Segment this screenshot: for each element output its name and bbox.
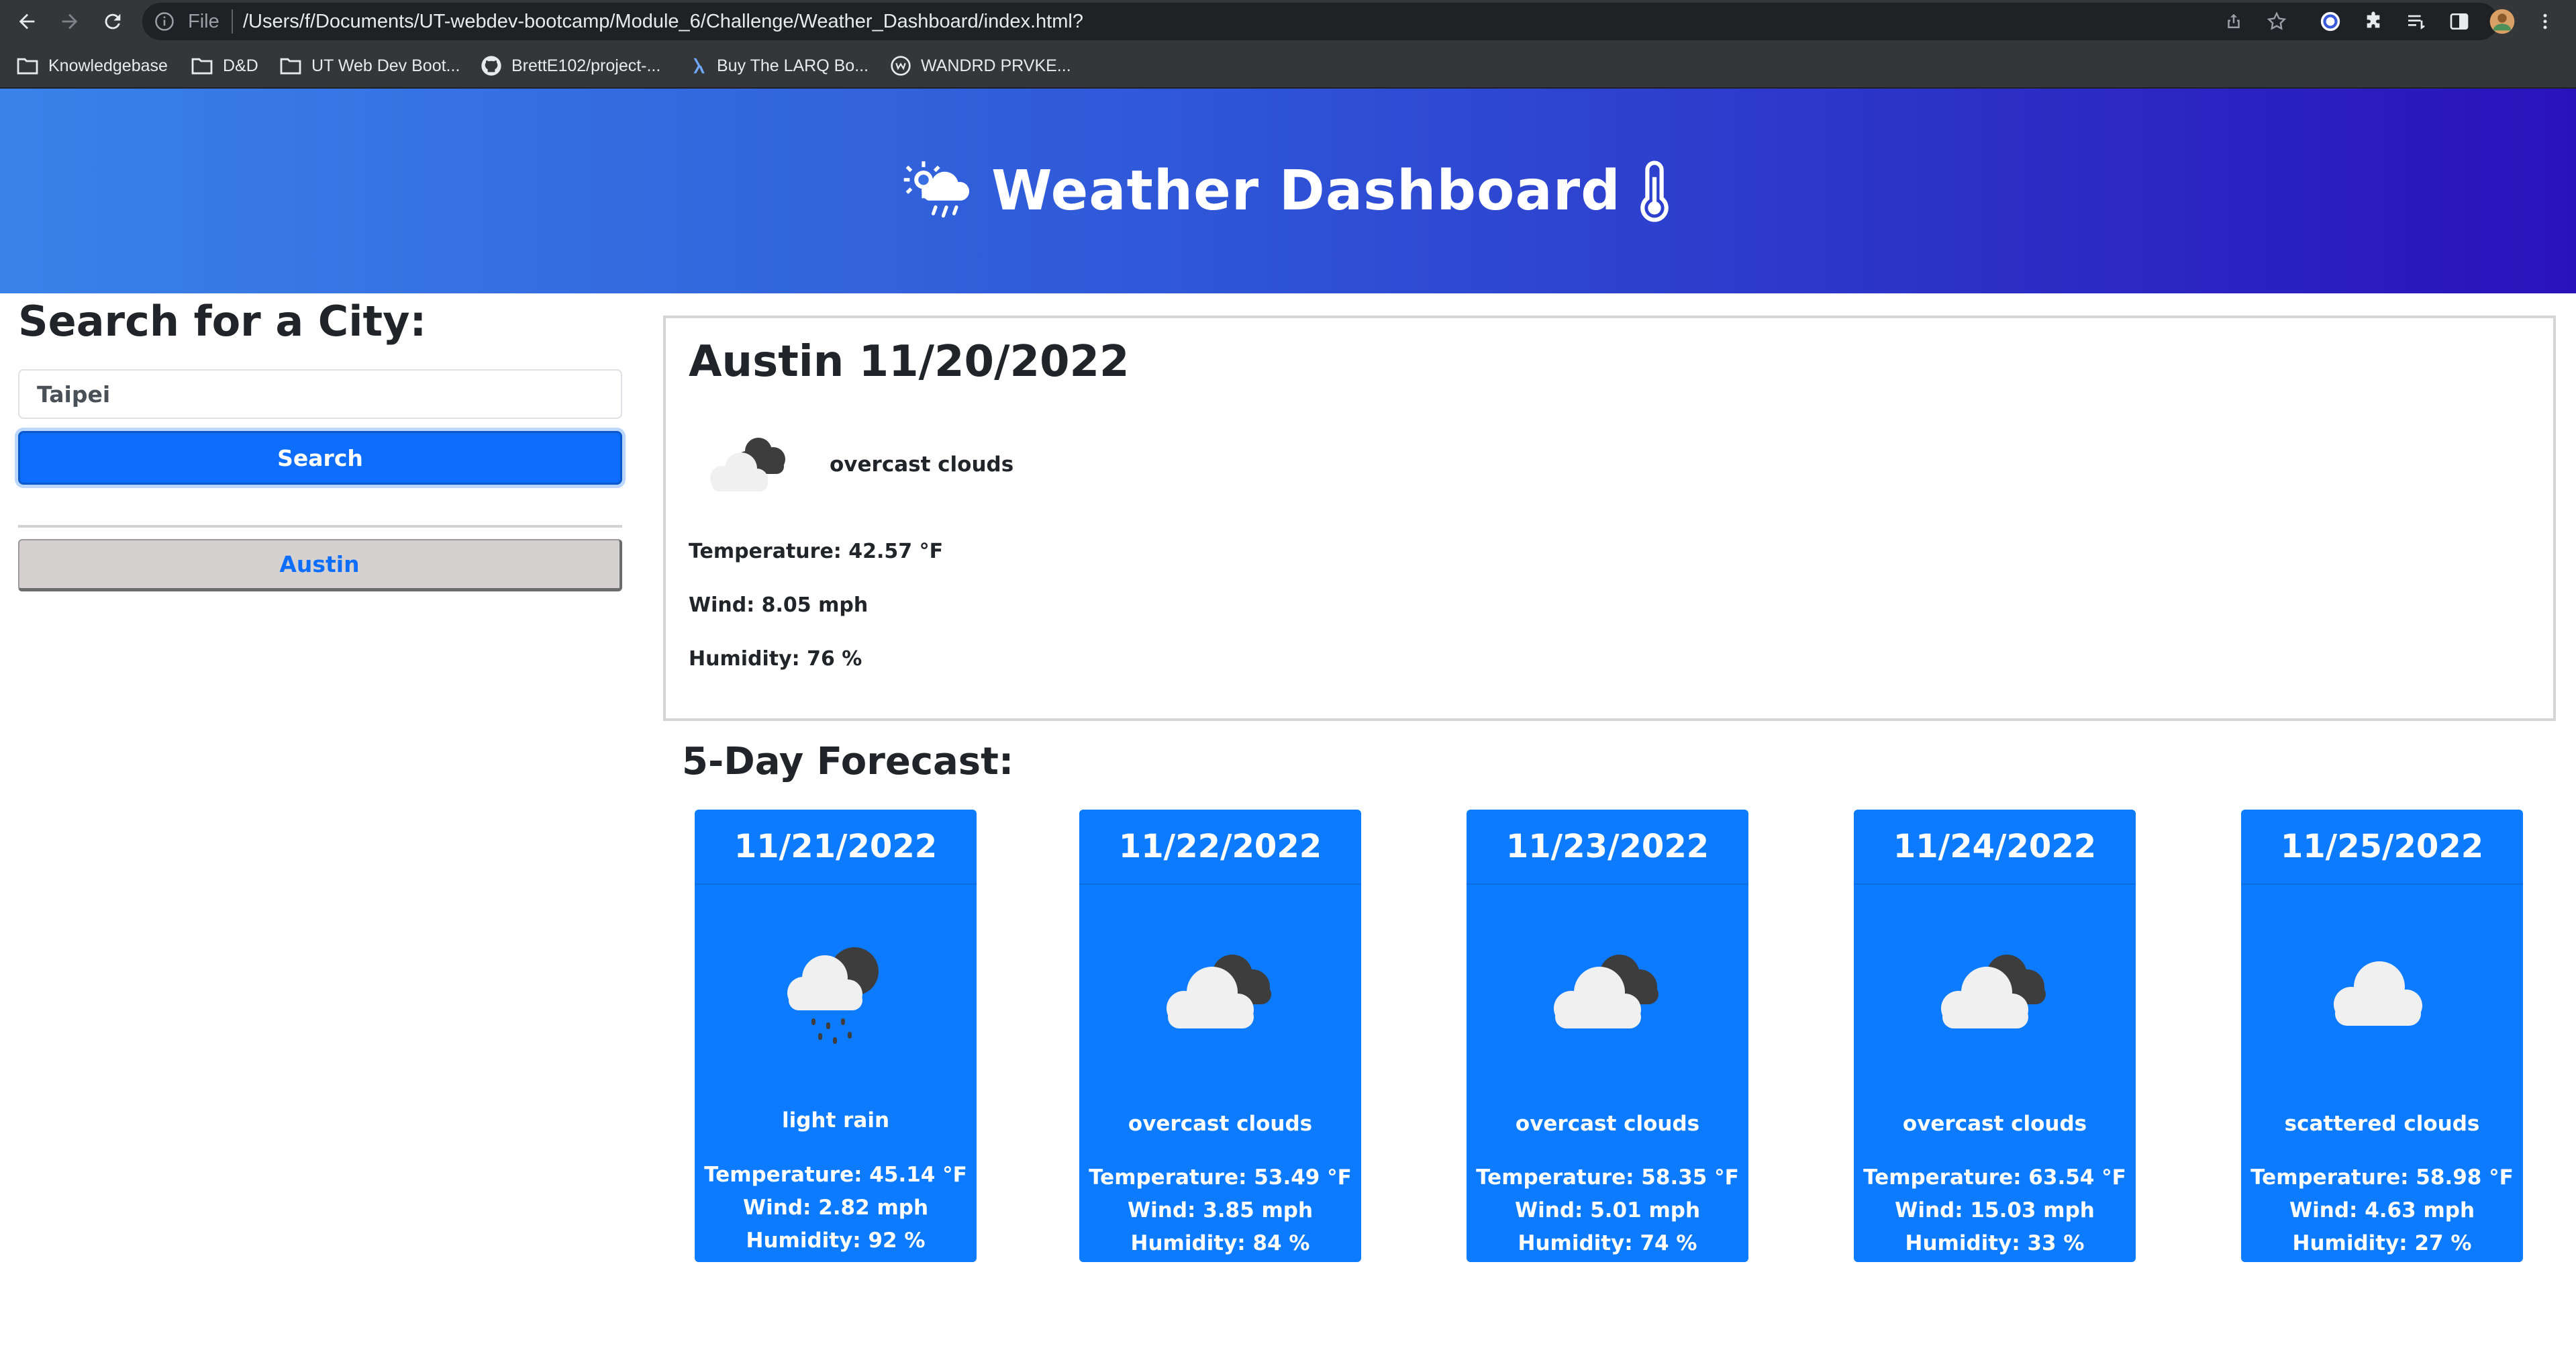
current-weather-card: Austin 11/20/2022 overcast clouds Temper… bbox=[663, 316, 2556, 721]
extensions-menu-button[interactable] bbox=[2359, 7, 2388, 36]
side-panel-button[interactable] bbox=[2444, 7, 2474, 36]
page-header: Weather Dashboard bbox=[0, 89, 2576, 293]
kebab-menu-icon bbox=[2543, 13, 2547, 30]
forecast-wind: Wind: 2.82 mph bbox=[742, 1196, 929, 1220]
reading-list-icon bbox=[2408, 15, 2425, 30]
profile-button[interactable] bbox=[2487, 7, 2517, 36]
forward-arrow-icon bbox=[62, 13, 78, 30]
forecast-card: 11/21/2022 light rain Temperature: 45.14… bbox=[695, 810, 977, 1262]
page-title: Weather Dashboard bbox=[991, 159, 1621, 223]
forecast-humidity: Humidity: 84 % bbox=[1130, 1231, 1310, 1255]
forecast-description: overcast clouds bbox=[1515, 1112, 1700, 1136]
bookmark-knowledgebase[interactable]: Knowledgebase bbox=[16, 54, 168, 78]
bookmark-label: Buy The LARQ Bo... bbox=[717, 56, 869, 75]
search-button[interactable]: Search bbox=[18, 431, 622, 485]
forecast-date: 11/23/2022 bbox=[1467, 810, 1748, 885]
reload-button[interactable] bbox=[97, 5, 129, 38]
bookmark-star-button[interactable] bbox=[2262, 7, 2291, 36]
forecast-wind: Wind: 5.01 mph bbox=[1514, 1198, 1701, 1222]
folder-icon bbox=[280, 58, 301, 75]
forecast-temperature: Temperature: 58.98 °F bbox=[2250, 1165, 2514, 1190]
search-heading: Search for a City: bbox=[18, 297, 427, 346]
browser-toolbar: File /Users/f/Documents/UT-webdev-bootca… bbox=[0, 0, 2576, 44]
reading-list-button[interactable] bbox=[2401, 7, 2431, 36]
overcast-clouds-icon bbox=[1167, 955, 1271, 1028]
bookmark-dnd[interactable]: D&D bbox=[191, 54, 258, 78]
share-button[interactable] bbox=[2219, 7, 2248, 36]
forecast-card: 11/23/2022 overcast clouds Temperature: … bbox=[1467, 810, 1748, 1262]
forecast-card: 11/22/2022 overcast clouds Temperature: … bbox=[1079, 810, 1361, 1262]
city-search-input[interactable] bbox=[18, 369, 622, 419]
bookmark-larq[interactable]: Buy The LARQ Bo... bbox=[690, 54, 869, 78]
forecast-description: light rain bbox=[781, 1108, 890, 1133]
forecast-card: 11/25/2022 scattered clouds Temperature:… bbox=[2241, 810, 2523, 1262]
grammar-extension-icon bbox=[2320, 11, 2340, 32]
thermometer-icon bbox=[1640, 160, 1669, 222]
back-arrow-icon bbox=[19, 13, 35, 30]
forecast-wind: Wind: 4.63 mph bbox=[2289, 1198, 2475, 1222]
info-icon[interactable] bbox=[154, 11, 175, 32]
forecast-temperature: Temperature: 53.49 °F bbox=[1089, 1165, 1352, 1190]
history-city-button[interactable]: Austin bbox=[18, 539, 622, 591]
avatar bbox=[2489, 9, 2515, 34]
folder-icon bbox=[191, 58, 213, 75]
search-divider bbox=[18, 525, 622, 528]
forecast-humidity: Humidity: 74 % bbox=[1518, 1231, 1697, 1255]
url-text[interactable]: /Users/f/Documents/UT-webdev-bootcamp/Mo… bbox=[243, 8, 1083, 35]
current-temperature: Temperature: 42.57 °F bbox=[689, 540, 944, 563]
scattered-clouds-icon bbox=[2334, 961, 2422, 1026]
forecast-date: 11/22/2022 bbox=[1079, 810, 1361, 885]
address-separator bbox=[232, 9, 233, 34]
light-rain-icon bbox=[787, 947, 879, 1044]
current-description: overcast clouds bbox=[830, 452, 1014, 477]
web-page: Weather Dashboard Search for a City: Sea… bbox=[0, 89, 2576, 1348]
puzzle-icon bbox=[2367, 11, 2380, 28]
share-icon bbox=[2228, 13, 2240, 28]
side-panel-icon bbox=[2450, 13, 2469, 30]
larq-icon bbox=[693, 58, 705, 74]
forecast-description: overcast clouds bbox=[1128, 1112, 1313, 1136]
forecast-card: 11/24/2022 overcast clouds Temperature: … bbox=[1854, 810, 2136, 1262]
reload-icon bbox=[105, 13, 121, 30]
overcast-clouds-icon bbox=[710, 438, 785, 491]
forecast-humidity: Humidity: 27 % bbox=[2292, 1231, 2472, 1255]
forecast-date: 11/21/2022 bbox=[695, 810, 977, 885]
bookmark-ut-web-dev[interactable]: UT Web Dev Boot... bbox=[279, 54, 460, 78]
bookmark-label: Knowledgebase bbox=[48, 56, 168, 75]
star-icon bbox=[2267, 11, 2287, 30]
bookmark-label: WANDRD PRVKE... bbox=[921, 56, 1071, 75]
forecast-date: 11/25/2022 bbox=[2241, 810, 2523, 885]
forecast-wind: Wind: 15.03 mph bbox=[1895, 1198, 2095, 1222]
wandrd-icon bbox=[891, 56, 911, 76]
back-button[interactable] bbox=[11, 5, 43, 38]
bookmark-wandrd[interactable]: WANDRD PRVKE... bbox=[890, 54, 1071, 78]
overcast-clouds-icon bbox=[1554, 955, 1658, 1028]
forecast-description: scattered clouds bbox=[2284, 1112, 2480, 1136]
forecast-humidity: Humidity: 33 % bbox=[1905, 1231, 2085, 1255]
file-scheme-label: File bbox=[188, 11, 219, 32]
forecast-humidity: Humidity: 92 % bbox=[746, 1229, 926, 1253]
bookmarks-bar: Knowledgebase D&D UT Web Dev Boot... Bre… bbox=[0, 44, 2576, 89]
folder-icon bbox=[17, 58, 38, 75]
forecast-heading: 5-Day Forecast: bbox=[682, 740, 1014, 783]
current-city-date: Austin 11/20/2022 bbox=[689, 337, 1130, 387]
bookmark-label: BrettE102/project-... bbox=[511, 56, 661, 75]
forecast-wind: Wind: 3.85 mph bbox=[1127, 1198, 1314, 1222]
bookmark-github-project[interactable]: BrettE102/project-... bbox=[481, 54, 660, 78]
browser-menu-button[interactable] bbox=[2530, 7, 2560, 36]
forecast-temperature: Temperature: 45.14 °F bbox=[704, 1163, 967, 1187]
extension-button[interactable] bbox=[2316, 7, 2345, 36]
forward-button[interactable] bbox=[54, 5, 86, 38]
forecast-date: 11/24/2022 bbox=[1854, 810, 2136, 885]
forecast-temperature: Temperature: 63.54 °F bbox=[1863, 1165, 2126, 1190]
forecast-description: overcast clouds bbox=[1902, 1112, 2087, 1136]
bookmark-label: D&D bbox=[223, 56, 258, 75]
forecast-temperature: Temperature: 58.35 °F bbox=[1476, 1165, 1739, 1190]
current-wind: Wind: 8.05 mph bbox=[689, 593, 869, 617]
overcast-clouds-icon bbox=[1941, 955, 2046, 1028]
current-humidity: Humidity: 76 % bbox=[689, 647, 862, 671]
sun-cloud-rain-icon bbox=[903, 160, 970, 218]
bookmark-label: UT Web Dev Boot... bbox=[311, 56, 460, 75]
github-icon bbox=[481, 56, 501, 76]
